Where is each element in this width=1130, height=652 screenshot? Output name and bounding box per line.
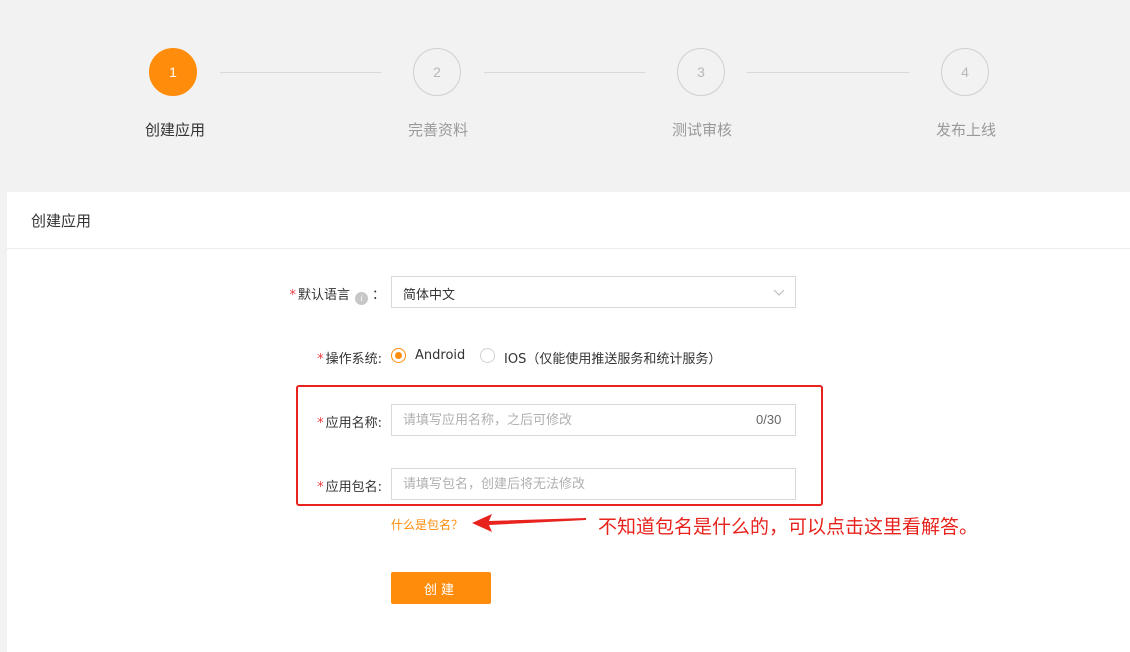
step-4-circle: 4 — [941, 48, 989, 96]
step-3-circle: 3 — [677, 48, 725, 96]
panel-divider — [7, 248, 1130, 249]
step-progress: 1 2 3 4 创建应用 完善资料 测试审核 发布上线 — [0, 0, 1130, 192]
step-2-label: 完善资料 — [407, 121, 468, 139]
radio-ios-label[interactable]: IOS（仅能使用推送服务和统计服务） — [504, 348, 721, 367]
radio-android-label[interactable]: Android — [415, 348, 465, 363]
create-button[interactable]: 创建 — [391, 572, 491, 604]
language-colon: ： — [371, 288, 385, 303]
step-connector — [484, 72, 645, 73]
step-1-label: 创建应用 — [144, 121, 205, 139]
step-4-label: 发布上线 — [935, 121, 996, 139]
step-3-label: 测试审核 — [671, 121, 732, 139]
step-1-circle: 1 — [149, 48, 197, 96]
language-select[interactable]: 简体中文 — [391, 276, 796, 308]
radio-android[interactable] — [391, 348, 406, 363]
language-select-value: 简体中文 — [403, 288, 456, 303]
chevron-down-icon — [773, 289, 785, 296]
panel-title: 创建应用 — [31, 212, 92, 230]
required-mark: * — [317, 352, 324, 367]
step-2-circle: 2 — [413, 48, 461, 96]
language-label: * 默认语言 i： — [289, 284, 385, 305]
annotation-highlight-box — [296, 385, 823, 506]
os-label-text: 操作系统: — [325, 352, 382, 367]
what-is-package-name-link[interactable]: 什么是包名？ — [391, 516, 463, 533]
step-connector — [220, 72, 381, 73]
language-label-text: 默认语言 — [297, 288, 350, 303]
radio-ios[interactable] — [480, 348, 495, 363]
annotation-arrow-icon — [472, 514, 586, 532]
required-mark: * — [289, 288, 296, 303]
step-connector — [747, 72, 909, 73]
os-label: * 操作系统: — [317, 348, 382, 367]
info-icon[interactable]: i — [354, 292, 368, 305]
annotation-text: 不知道包名是什么的，可以点击这里看解答。 — [598, 516, 979, 538]
